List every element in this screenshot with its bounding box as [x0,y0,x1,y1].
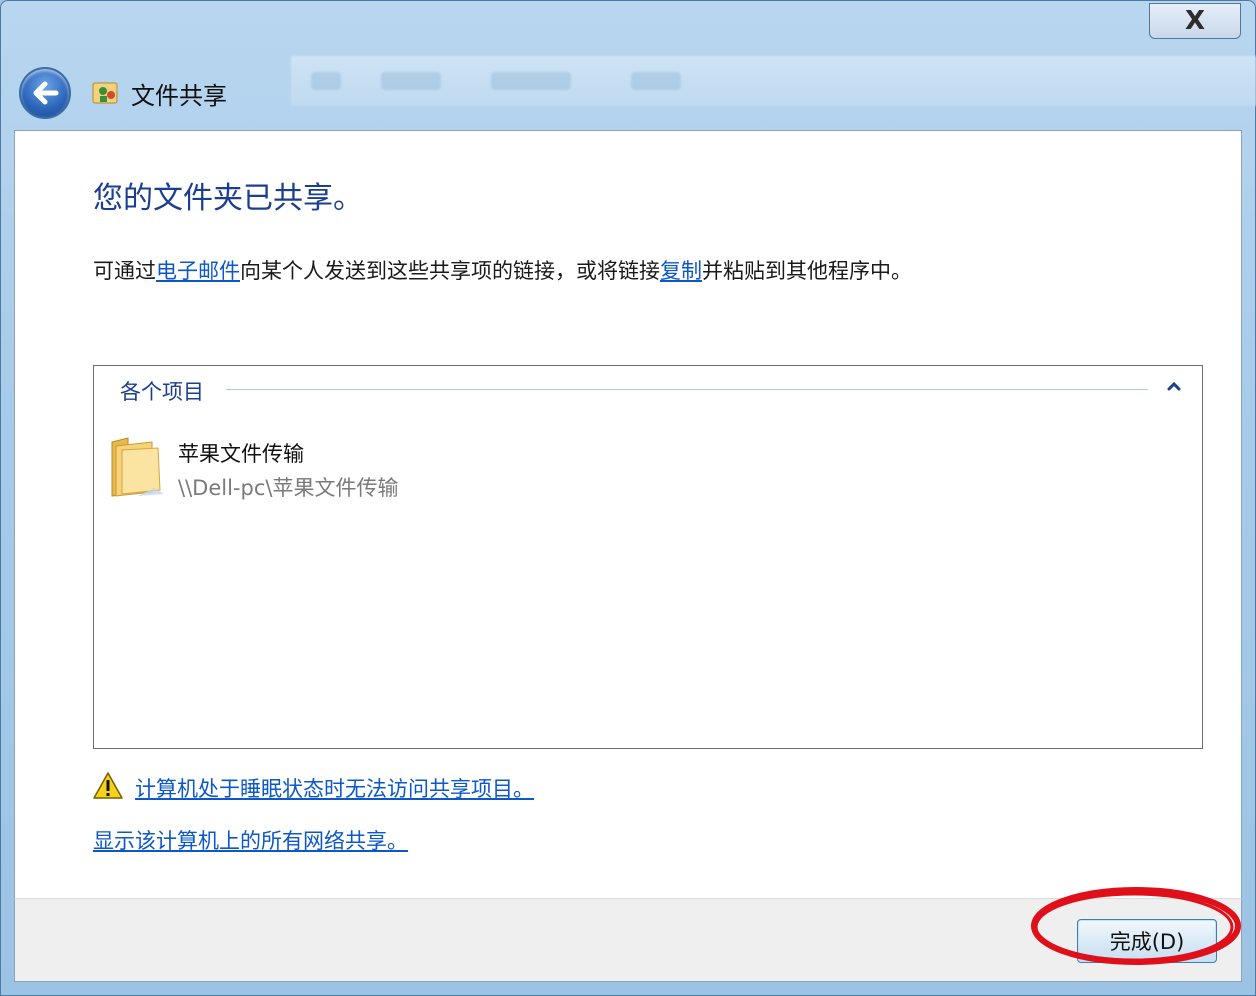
item-name[interactable]: 苹果文件传输 [178,438,304,468]
close-button[interactable]: X [1149,3,1241,39]
show-all-shares-link[interactable]: 显示该计算机上的所有网络共享。 [93,825,408,855]
chevron-up-icon[interactable] [1164,376,1184,396]
window-title: 文件共享 [131,82,227,110]
item-path: \\Dell-pc\苹果文件传输 [178,476,399,500]
blurred-address-bar [291,56,1256,106]
folder-icon [111,437,164,497]
group-header-label: 各个项目 [120,380,204,404]
email-link[interactable]: 电子邮件 [156,259,240,283]
desc-suffix: 并粘贴到其他程序中。 [702,259,912,283]
group-divider [226,389,1148,390]
share-description: 可通过电子邮件向某个人发送到这些共享项的链接，或将链接复制并粘贴到其他程序中。 [93,255,912,285]
red-circle-annotation [1031,887,1241,965]
sleep-warning-link[interactable]: 计算机处于睡眠状态时无法访问共享项目。 [135,773,534,803]
shared-items-list: 各个项目 苹果文件传输 \\Dell-pc\苹果文件传输 [93,365,1203,749]
desc-middle: 向某个人发送到这些共享项的链接，或将链接 [240,259,660,283]
back-arrow-icon [33,81,59,105]
page-title: 您的文件夹已共享。 [93,181,363,216]
copy-link[interactable]: 复制 [660,259,702,283]
warning-icon [93,772,123,799]
back-button[interactable] [19,67,71,119]
content-area: 您的文件夹已共享。 可通过电子邮件向某个人发送到这些共享项的链接，或将链接复制并… [14,130,1242,898]
close-icon: X [1184,6,1206,36]
file-sharing-icon [92,82,118,104]
desc-prefix: 可通过 [93,259,156,283]
